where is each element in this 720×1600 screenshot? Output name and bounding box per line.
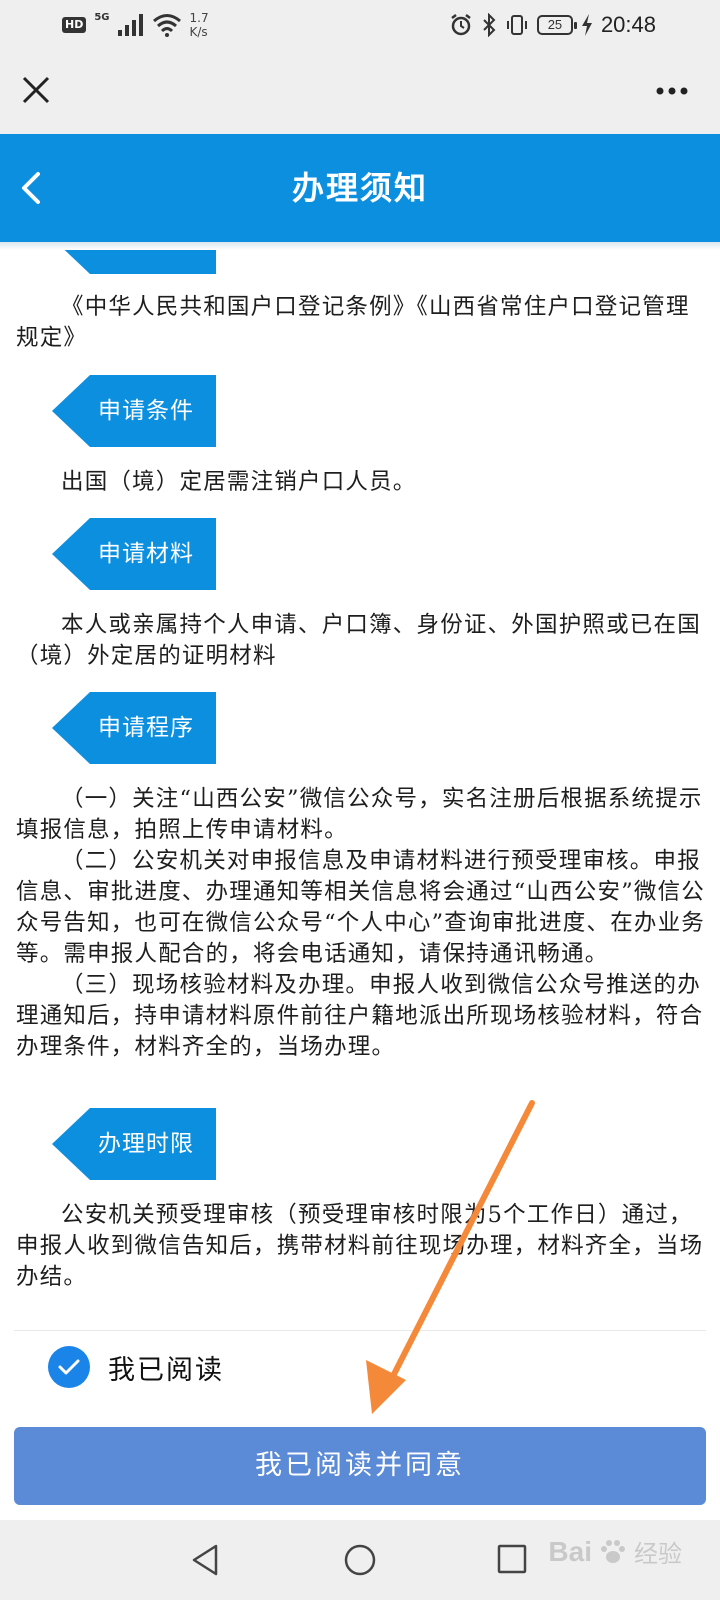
clock: 20:48 xyxy=(600,12,656,37)
notice-content[interactable]: 《中华人民共和国户口登记条例》《山西省常住户口登记管理规定》 申请条件 出国（境… xyxy=(0,250,720,1330)
nav-back-icon[interactable] xyxy=(188,1542,224,1578)
section-text-time-limit: 公安机关预受理审核（预受理审核时限为5个工作日）通过，申报人收到微信告知后，携带… xyxy=(16,1200,706,1293)
watermark-brand: Bai xyxy=(548,1535,592,1567)
back-arrow-icon[interactable] xyxy=(12,164,52,212)
paragraph: 本人或亲属持个人申请、户口簿、身份证、外国护照或已在国（境）外定居的证明材料 xyxy=(16,612,701,669)
hd-badge: HD xyxy=(62,17,87,33)
nav-home-icon[interactable] xyxy=(342,1542,378,1578)
battery-icon: 25 xyxy=(536,15,577,35)
vibrate-icon xyxy=(506,15,527,35)
bluetooth-icon xyxy=(483,13,496,37)
charging-icon xyxy=(581,14,592,36)
paragraph: （三）现场核验材料及办理。申报人收到微信公众号推送的办理通知后，持申请材料原件前… xyxy=(16,972,704,1060)
section-tag-materials: 申请材料 xyxy=(52,518,216,590)
paragraph: 公安机关预受理审核（预受理审核时限为5个工作日）通过，申报人收到微信告知后，携带… xyxy=(16,1202,704,1290)
checkmark-icon xyxy=(58,1359,80,1375)
close-icon[interactable] xyxy=(18,72,54,108)
paragraph: 《中华人民共和国户口登记条例》《山西省常住户口登记管理规定》 xyxy=(16,294,690,351)
confirm-agree-button[interactable]: 我已阅读并同意 xyxy=(14,1427,706,1505)
more-options-icon[interactable] xyxy=(652,76,692,106)
status-left: HD 5G 1.7 K/s xyxy=(62,8,209,42)
page-header: 办理须知 xyxy=(0,134,720,242)
network-type: 5G xyxy=(94,11,110,23)
paragraph: （一）关注“山西公安”微信公众号，实名注册后根据系统提示填报信息，拍照上传申请材… xyxy=(16,786,703,843)
agree-label: 我已阅读 xyxy=(108,1354,224,1386)
speed-value: 1.7 xyxy=(189,11,209,25)
agree-checkbox[interactable] xyxy=(48,1346,90,1388)
section-text-materials: 本人或亲属持个人申请、户口簿、身份证、外国护照或已在国（境）外定居的证明材料 xyxy=(16,610,706,672)
paragraph: （二）公安机关对申报信息及申请材料进行预受理审核。申报信息、审批进度、办理通知等… xyxy=(16,848,706,967)
nav-recent-apps-icon[interactable] xyxy=(496,1543,528,1575)
paw-icon xyxy=(601,1539,625,1563)
speed-unit: K/s xyxy=(189,25,208,39)
watermark-sub: 经验 xyxy=(634,1540,682,1568)
page-title: 办理须知 xyxy=(291,169,428,207)
section-tag-procedure: 申请程序 xyxy=(52,692,216,764)
section-text-conditions: 出国（境）定居需注销户口人员。 xyxy=(16,467,706,498)
section-tag-time-limit: 办理时限 xyxy=(52,1108,216,1180)
wifi-icon xyxy=(152,14,181,37)
browser-toolbar xyxy=(0,50,720,134)
header-shadow xyxy=(0,242,720,250)
section-tag-basis xyxy=(52,250,216,274)
alarm-icon xyxy=(451,14,471,36)
paragraph: 出国（境）定居需注销户口人员。 xyxy=(61,469,417,495)
section-text-basis: 《中华人民共和国户口登记条例》《山西省常住户口登记管理规定》 xyxy=(16,292,706,354)
section-text-procedure: （一）关注“山西公安”微信公众号，实名注册后根据系统提示填报信息，拍照上传申请材… xyxy=(16,784,706,1063)
status-bar: HD 5G 1.7 K/s 25 20:48 xyxy=(0,0,720,50)
agree-checkbox-row[interactable]: 我已阅读 xyxy=(48,1345,224,1389)
baidu-watermark: Bai 经验 xyxy=(548,1534,682,1569)
cellular-signal-icon xyxy=(117,14,143,36)
system-nav-bar: Bai 经验 xyxy=(0,1520,720,1600)
network-speed: 1.7 K/s xyxy=(190,11,209,39)
divider xyxy=(14,1330,706,1331)
section-tag-conditions: 申请条件 xyxy=(52,375,216,447)
status-right: 25 20:48 xyxy=(449,8,656,42)
